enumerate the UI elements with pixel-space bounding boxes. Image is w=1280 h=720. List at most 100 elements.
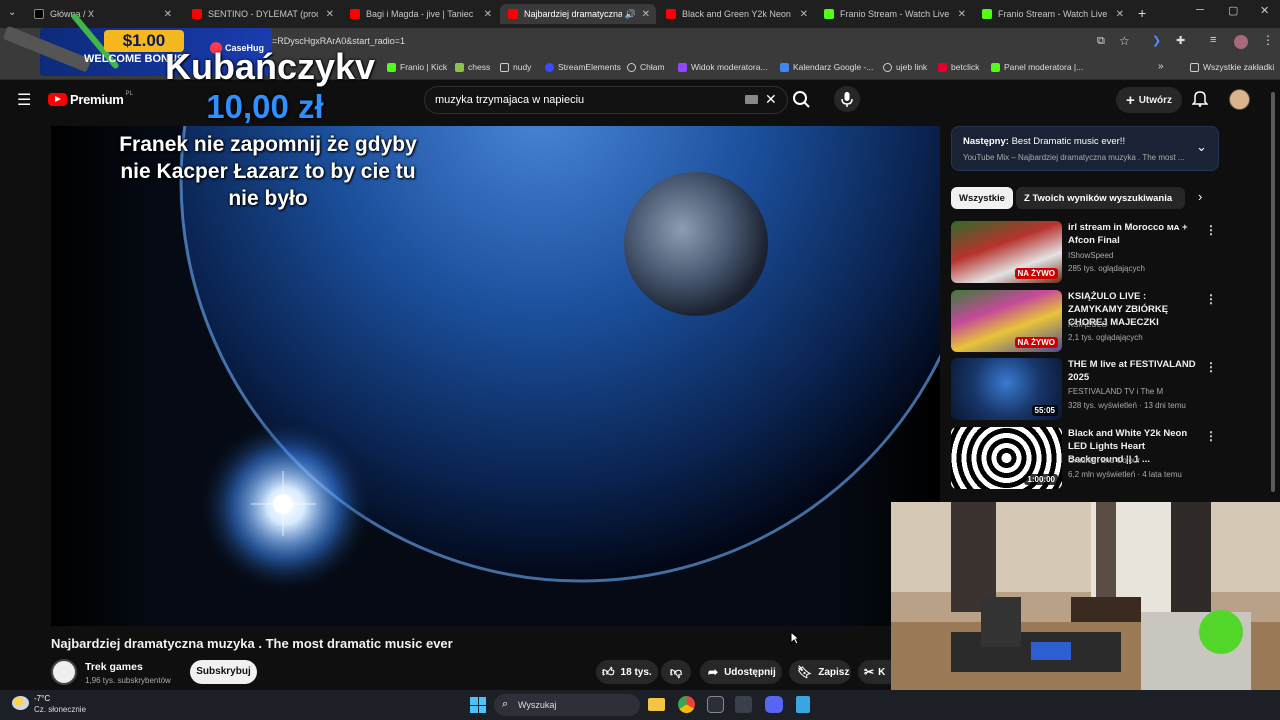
kick-icon xyxy=(991,62,1000,72)
more-options-icon[interactable]: ⋮ xyxy=(1205,223,1217,237)
tab-list-chevron-icon[interactable]: ⌄ xyxy=(8,7,16,18)
bookmark-item[interactable]: chess xyxy=(455,62,490,72)
bookmark-item[interactable]: Panel moderatora |... xyxy=(991,62,1083,72)
chevron-down-icon[interactable]: ⌄ xyxy=(1196,139,1207,155)
channel-name[interactable]: FESTIVALAND TV i The M xyxy=(1068,387,1163,396)
channel-avatar[interactable] xyxy=(51,659,77,685)
app-icon[interactable] xyxy=(707,696,724,713)
video-thumbnail[interactable]: NA ŻYWO xyxy=(951,290,1062,352)
youtube-icon xyxy=(350,9,360,19)
browser-tab[interactable]: SENTINO - DYLEMAT (prod. Ma ✕ xyxy=(184,4,340,24)
video-thumbnail[interactable]: 1:00:00 xyxy=(951,427,1062,489)
channel-name[interactable]: Trek games xyxy=(85,661,143,673)
new-tab-icon[interactable]: + xyxy=(1138,5,1146,21)
obs-icon[interactable] xyxy=(735,696,752,713)
minimize-icon[interactable]: ─ xyxy=(1196,4,1204,16)
channel-name[interactable]: KSIĄŻULO xyxy=(1068,320,1108,329)
recommended-video[interactable]: NA ŻYWO irl stream in Morocco ᴍᴀ + Afcon… xyxy=(951,221,1219,283)
save-button[interactable]: 🔖︎ Zapisz xyxy=(789,660,851,684)
close-icon[interactable]: ✕ xyxy=(958,9,966,20)
folder-icon xyxy=(1190,62,1199,72)
video-title[interactable]: irl stream in Morocco ᴍᴀ + Afcon Final xyxy=(1068,221,1198,247)
close-icon[interactable]: ✕ xyxy=(326,9,334,20)
recommended-video[interactable]: 1:00:00 Black and White Y2k Neon LED Lig… xyxy=(951,427,1219,489)
profile-avatar[interactable] xyxy=(1234,35,1248,49)
more-options-icon[interactable]: ⋮ xyxy=(1205,360,1217,374)
windows-start-icon[interactable] xyxy=(470,697,486,713)
taskbar-search[interactable]: ⌕ Wyszukaj xyxy=(494,694,640,716)
weather-temp[interactable]: -7°C xyxy=(34,694,50,703)
video-title[interactable]: THE M live at FESTIVALAND 2025 xyxy=(1068,358,1198,384)
extensions-puzzle-icon[interactable]: ✚ xyxy=(1176,34,1185,47)
video-thumbnail[interactable]: NA ŻYWO xyxy=(951,221,1062,283)
like-button[interactable]: 👍︎ 18 tys. xyxy=(596,660,658,684)
close-icon[interactable]: ✕ xyxy=(484,9,492,20)
account-avatar[interactable] xyxy=(1229,89,1250,110)
close-icon[interactable]: ✕ xyxy=(164,9,172,20)
all-bookmarks[interactable]: Wszystkie zakładki xyxy=(1190,62,1274,72)
url-field[interactable]: =RDyscHgxRArA0&start_radio=1 xyxy=(272,36,405,46)
microphone-icon[interactable] xyxy=(834,86,860,112)
subscribe-button[interactable]: Subskrybuj xyxy=(190,660,257,684)
file-explorer-icon[interactable] xyxy=(648,698,665,711)
channel-name[interactable]: IShowSpeed xyxy=(1068,251,1113,260)
discord-icon[interactable] xyxy=(765,696,783,713)
browser-tab[interactable]: Główna / X ✕ xyxy=(26,4,178,24)
browser-tab[interactable]: Black and Green Y2k Neon LED ✕ xyxy=(658,4,814,24)
browser-menu-icon[interactable]: ⋮ xyxy=(1262,33,1274,47)
speaker-icon[interactable]: 🔊 xyxy=(625,9,636,20)
video-thumbnail[interactable]: 55:05 xyxy=(951,358,1062,420)
browser-tab-active[interactable]: Najbardziej dramatyczna m 🔊 ✕ xyxy=(500,4,656,24)
share-label: Udostępnij xyxy=(724,666,776,678)
save-label: Zapisz xyxy=(818,666,850,678)
browser-tab-strip: ⌄ Główna / X ✕ SENTINO - DYLEMAT (prod. … xyxy=(0,0,1280,28)
clip-button[interactable]: ✂ K xyxy=(858,660,891,684)
youtube-logo[interactable]: Premium PL xyxy=(48,91,133,107)
filter-chip-search-results[interactable]: Z Twoich wyników wyszukiwania xyxy=(1016,187,1181,209)
browser-tab[interactable]: Franio Stream - Watch Live on ✕ xyxy=(816,4,972,24)
autoplay-next-card[interactable]: Następny: Best Dramatic music ever!! You… xyxy=(951,126,1219,171)
keyboard-icon[interactable] xyxy=(745,95,758,104)
bookmark-star-icon[interactable]: ☆ xyxy=(1119,34,1130,48)
create-button[interactable]: + Utwórz xyxy=(1116,87,1182,113)
filter-chip-partial[interactable] xyxy=(1173,187,1185,209)
bookmark-item[interactable]: Widok moderatora... xyxy=(678,62,768,72)
close-window-icon[interactable]: ✕ xyxy=(1260,4,1269,17)
search-icon[interactable] xyxy=(786,86,818,114)
search-input[interactable]: muzyka trzymajaca w napieciu xyxy=(435,94,584,106)
channel-name[interactable]: Gradient and Colour xyxy=(1068,456,1140,465)
maximize-icon[interactable]: ▢ xyxy=(1228,4,1238,17)
dislike-button[interactable]: 👎︎ xyxy=(661,660,691,684)
chevron-right-icon[interactable]: › xyxy=(1198,189,1202,204)
notepad-icon[interactable] xyxy=(796,696,810,713)
all-bookmarks-label: Wszystkie zakładki xyxy=(1203,62,1275,72)
bookmark-item[interactable]: Kalendarz Google -... xyxy=(780,62,873,72)
browser-tab[interactable]: Franio Stream - Watch Live on ✕ xyxy=(974,4,1130,24)
recommended-video[interactable]: NA ŻYWO KSIĄŻULO LIVE : ZAMYKAMY ZBIÓRKĘ… xyxy=(951,290,1219,352)
browser-tab[interactable]: Bagi i Magda - jive | Taniec z Gw ✕ xyxy=(342,4,498,24)
close-icon[interactable]: ✕ xyxy=(1116,9,1124,20)
menu-icon[interactable]: ☰ xyxy=(17,90,31,110)
bookmark-item[interactable]: ujeb link xyxy=(883,62,927,72)
media-controls-icon[interactable]: ≡ xyxy=(1210,34,1216,46)
close-icon[interactable]: ✕ xyxy=(642,9,650,20)
bookmark-item[interactable]: Chłam xyxy=(627,62,665,72)
search-box[interactable]: muzyka trzymajaca w napieciu ✕ xyxy=(424,86,788,114)
share-button[interactable]: ➦ Udostępnij xyxy=(700,660,782,684)
recommended-video[interactable]: 55:05 THE M live at FESTIVALAND 2025 FES… xyxy=(951,358,1219,420)
chevron-right-icon[interactable]: » xyxy=(1158,61,1164,72)
filter-chip-all[interactable]: Wszystkie xyxy=(951,187,1013,209)
more-options-icon[interactable]: ⋮ xyxy=(1205,292,1217,306)
bookmark-item[interactable]: betclick xyxy=(938,62,979,72)
bookmark-item[interactable]: StreamElements xyxy=(545,62,621,72)
page-scrollbar[interactable] xyxy=(1271,92,1275,492)
chrome-icon[interactable] xyxy=(678,696,695,713)
bookmark-item[interactable]: nudy xyxy=(500,62,531,72)
weather-icon[interactable] xyxy=(12,696,29,710)
install-icon[interactable]: ⧉ xyxy=(1097,35,1105,48)
close-icon[interactable]: ✕ xyxy=(800,9,808,20)
notifications-bell-icon[interactable] xyxy=(1191,89,1209,112)
extension-icon[interactable]: ❯ xyxy=(1152,34,1161,47)
clear-icon[interactable]: ✕ xyxy=(765,91,777,108)
more-options-icon[interactable]: ⋮ xyxy=(1205,429,1217,443)
